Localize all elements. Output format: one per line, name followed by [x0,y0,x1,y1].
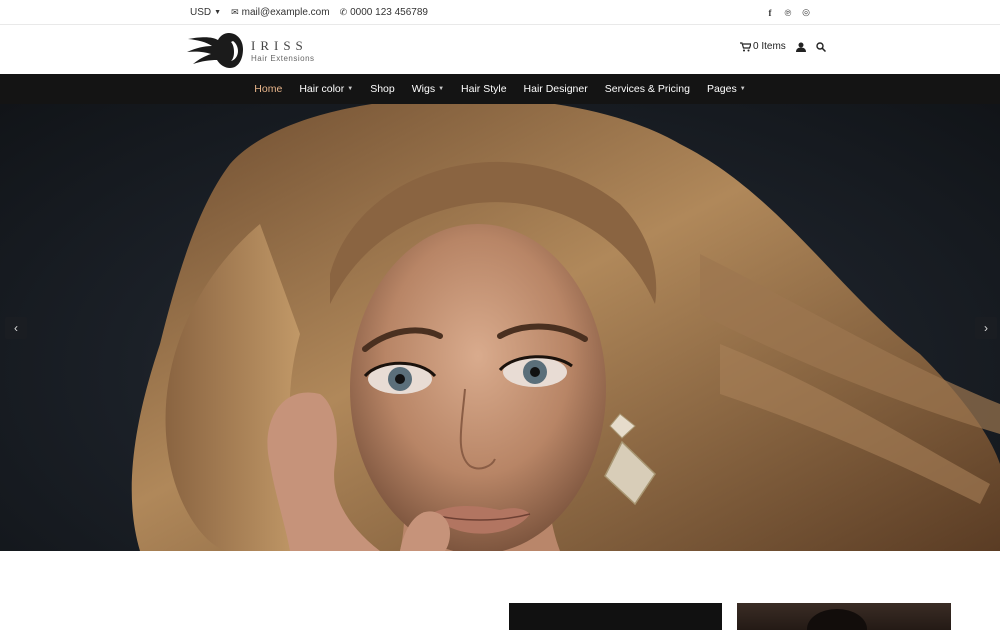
facebook-icon[interactable]: f [766,8,774,18]
phone-text: 0000 123 456789 [350,7,428,18]
email-text: mail@example.com [241,7,330,18]
instagram-icon[interactable]: ◎ [802,7,810,18]
nav-item-label: Hair Designer [523,83,588,95]
nav-item-home[interactable]: Home [254,83,282,95]
hero-woman-portrait-image [131,104,1000,551]
nav-item-hair-designer[interactable]: Hair Designer [524,83,588,95]
user-icon[interactable] [795,42,806,52]
hero-slider: ‹ › [0,104,1000,551]
social-links: f ℗ ◎ [766,0,810,25]
pinterest-icon[interactable]: ℗ [784,8,792,18]
header-actions: 0 Items [740,41,826,52]
chevron-down-icon: ▼ [347,86,354,92]
chevron-left-icon: ‹ [14,321,18,335]
nav-item-label: Hair color [299,83,345,95]
logo-woman-silhouette-icon [187,33,243,68]
site-logo[interactable]: IRISS Hair Extensions [185,31,315,69]
slider-next-button[interactable]: › [975,317,997,339]
slider-prev-button[interactable]: ‹ [5,317,27,339]
cart-label: 0 Items [753,41,786,52]
top-bar-contact: USD ▼ ✉ mail@example.com ✆ 0000 123 4567… [190,0,428,25]
phone-link[interactable]: ✆ 0000 123 456789 [340,7,428,18]
search-icon[interactable] [816,41,826,52]
nav-item-hair-color[interactable]: Hair color ▼ [299,83,353,95]
nav-item-shop[interactable]: Shop [370,83,395,95]
nav-item-services-pricing[interactable]: Services & Pricing [605,83,690,95]
phone-icon: ✆ [339,7,348,17]
site-header: IRISS Hair Extensions 0 Items [0,25,1000,74]
nav-item-label: Home [254,83,283,95]
logo-text: IRISS Hair Extensions [251,38,315,63]
nav-item-hair-style[interactable]: Hair Style [461,83,507,95]
nav-item-label: Hair Style [461,83,507,95]
logo-subtitle: Hair Extensions [251,53,315,63]
chevron-down-icon: ▼ [739,86,746,92]
caret-down-icon: ▼ [214,9,222,16]
currency-selector[interactable]: USD ▼ [190,7,221,18]
content-section [0,551,1000,630]
logo-title: IRISS [251,37,308,53]
cart-button[interactable]: 0 Items [740,41,786,52]
nav-item-pages[interactable]: Pages ▼ [707,83,746,95]
envelope-icon: ✉ [231,7,239,17]
email-link[interactable]: ✉ mail@example.com [231,7,330,18]
top-bar: USD ▼ ✉ mail@example.com ✆ 0000 123 4567… [0,0,1000,25]
cart-icon [740,41,751,51]
feature-card-dark [509,603,722,630]
nav-item-label: Shop [370,83,395,95]
nav-item-wigs[interactable]: Wigs ▼ [412,83,444,95]
nav-item-label: Pages [706,83,737,95]
portrait-image [807,609,867,630]
nav-item-label: Wigs [411,83,436,95]
currency-label: USD [190,7,212,18]
feature-card-photo [737,603,951,630]
chevron-down-icon: ▼ [438,86,445,92]
main-navigation: Home Hair color ▼ Shop Wigs ▼ Hair Style… [0,74,1000,104]
chevron-right-icon: › [984,321,988,335]
nav-item-label: Services & Pricing [604,83,690,95]
